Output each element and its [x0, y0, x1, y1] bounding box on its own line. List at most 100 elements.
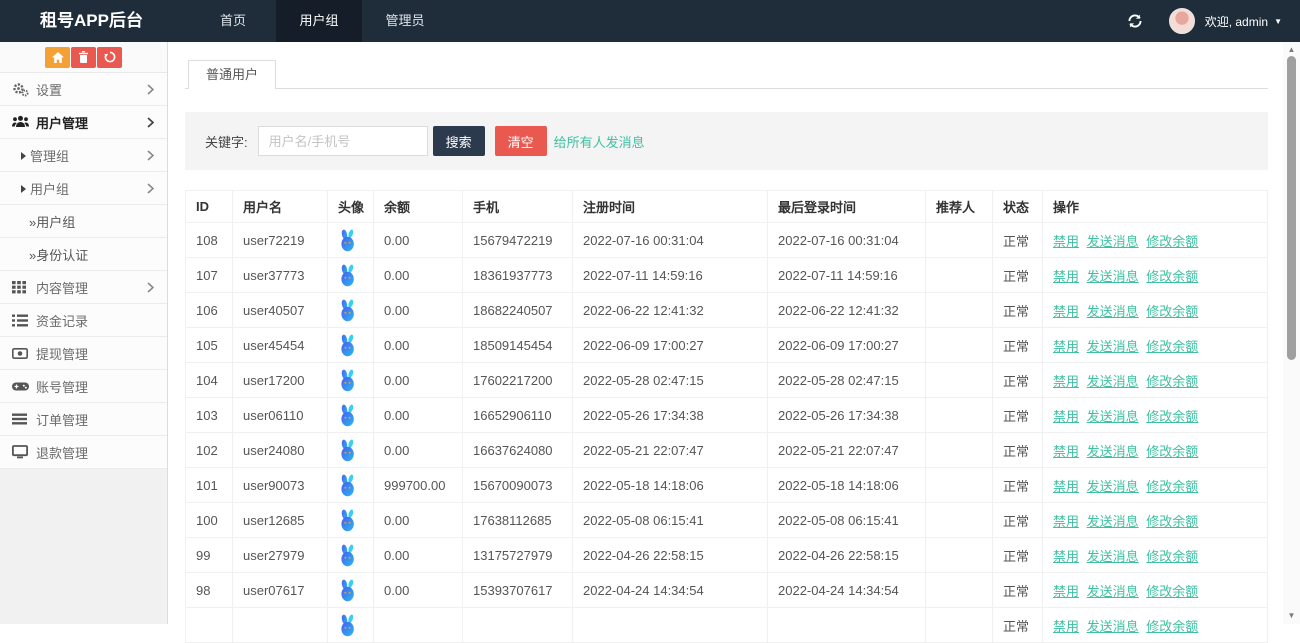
sidebar-item-content-management[interactable]: 内容管理 — [0, 271, 167, 304]
disable-link[interactable]: 禁用 — [1053, 479, 1079, 494]
cell-status: 正常 — [993, 223, 1043, 258]
disable-link[interactable]: 禁用 — [1053, 444, 1079, 459]
clear-button[interactable]: 清空 — [495, 126, 547, 156]
disable-link[interactable]: 禁用 — [1053, 584, 1079, 599]
keyword-input[interactable] — [258, 126, 428, 156]
send-message-link[interactable]: 发送消息 — [1087, 514, 1139, 529]
search-button[interactable]: 搜索 — [433, 126, 485, 156]
cell-status: 正常 — [993, 398, 1043, 433]
user-avatar-icon — [328, 258, 374, 293]
cell-phone: 17638112685 — [463, 503, 573, 538]
send-message-link[interactable]: 发送消息 — [1087, 549, 1139, 564]
cell-phone: 15679472219 — [463, 223, 573, 258]
cell-id: 103 — [186, 398, 233, 433]
scrollbar-thumb[interactable] — [1287, 56, 1296, 360]
user-avatar-icon — [328, 328, 374, 363]
user-avatar[interactable] — [1169, 8, 1195, 34]
disable-link[interactable]: 禁用 — [1053, 269, 1079, 284]
modify-balance-link[interactable]: 修改余额 — [1146, 409, 1198, 424]
triangle-right-icon — [21, 185, 26, 193]
cell-registered: 2022-05-18 14:18:06 — [573, 468, 768, 503]
send-message-link[interactable]: 发送消息 — [1087, 409, 1139, 424]
nav-tab-admin[interactable]: 管理员 — [362, 0, 448, 42]
cell-username — [233, 608, 328, 643]
modify-balance-link[interactable]: 修改余额 — [1146, 234, 1198, 249]
nav-tabs: 首页 用户组 管理员 — [190, 0, 448, 42]
home-button[interactable] — [45, 47, 70, 68]
cell-status: 正常 — [993, 363, 1043, 398]
cell-last-login: 2022-04-24 14:34:54 — [768, 573, 926, 608]
users-icon — [12, 115, 34, 129]
send-message-link[interactable]: 发送消息 — [1087, 339, 1139, 354]
cell-referrer — [926, 223, 993, 258]
disable-link[interactable]: 禁用 — [1053, 514, 1079, 529]
cell-phone: 16652906110 — [463, 398, 573, 433]
sidebar-item-user-group[interactable]: 用户组 — [0, 172, 167, 205]
send-message-link[interactable]: 发送消息 — [1087, 584, 1139, 599]
modify-balance-link[interactable]: 修改余额 — [1146, 269, 1198, 284]
send-message-link[interactable]: 发送消息 — [1087, 444, 1139, 459]
disable-link[interactable]: 禁用 — [1053, 619, 1079, 634]
sidebar-item-user-management[interactable]: 用户管理 — [0, 106, 167, 139]
send-message-link[interactable]: 发送消息 — [1087, 479, 1139, 494]
cell-referrer — [926, 363, 993, 398]
sidebar-item-identity-verify[interactable]: »身份认证 — [0, 238, 167, 271]
col-phone: 手机 — [463, 191, 573, 223]
send-message-link[interactable]: 发送消息 — [1087, 234, 1139, 249]
cell-id: 102 — [186, 433, 233, 468]
send-message-link[interactable]: 发送消息 — [1087, 269, 1139, 284]
disable-link[interactable]: 禁用 — [1053, 549, 1079, 564]
tab-normal-users[interactable]: 普通用户 — [188, 60, 276, 89]
sidebar-item-settings[interactable]: 设置 — [0, 73, 167, 106]
scroll-down-icon[interactable]: ▼ — [1283, 609, 1300, 623]
disable-link[interactable]: 禁用 — [1053, 374, 1079, 389]
sidebar-item-admin-group[interactable]: 管理组 — [0, 139, 167, 172]
sidebar-item-order-management[interactable]: 订单管理 — [0, 403, 167, 436]
send-message-link[interactable]: 发送消息 — [1087, 619, 1139, 634]
table-row: 99 user27979 — [186, 538, 1268, 573]
modify-balance-link[interactable]: 修改余额 — [1146, 339, 1198, 354]
modify-balance-link[interactable]: 修改余额 — [1146, 304, 1198, 319]
cell-actions: 禁用 发送消息 修改余额 — [1043, 433, 1268, 468]
navbar-right: 欢迎, admin ▼ — [1127, 0, 1282, 42]
broadcast-message-link[interactable]: 给所有人发消息 — [554, 132, 645, 151]
modify-balance-link[interactable]: 修改余额 — [1146, 584, 1198, 599]
sidebar-item-withdrawal-management[interactable]: 提现管理 — [0, 337, 167, 370]
modify-balance-link[interactable]: 修改余额 — [1146, 444, 1198, 459]
vertical-scrollbar[interactable]: ▲ ▼ — [1283, 42, 1300, 624]
disable-link[interactable]: 禁用 — [1053, 304, 1079, 319]
disable-link[interactable]: 禁用 — [1053, 339, 1079, 354]
cell-last-login: 2022-05-26 17:34:38 — [768, 398, 926, 433]
send-message-link[interactable]: 发送消息 — [1087, 374, 1139, 389]
sidebar-item-user-group-list[interactable]: »用户组 — [0, 205, 167, 238]
sidebar-item-account-management[interactable]: 账号管理 — [0, 370, 167, 403]
sidebar-item-refund-management[interactable]: 退款管理 — [0, 436, 167, 469]
modify-balance-link[interactable]: 修改余额 — [1146, 549, 1198, 564]
grid-icon — [12, 280, 34, 294]
cell-balance: 0.00 — [374, 328, 463, 363]
col-registered: 注册时间 — [573, 191, 768, 223]
nav-tab-usergroup[interactable]: 用户组 — [276, 0, 362, 42]
modify-balance-link[interactable]: 修改余额 — [1146, 374, 1198, 389]
cell-registered: 2022-05-26 17:34:38 — [573, 398, 768, 433]
sidebar-item-label: »身份认证 — [29, 245, 88, 264]
modify-balance-link[interactable]: 修改余额 — [1146, 619, 1198, 634]
disable-link[interactable]: 禁用 — [1053, 409, 1079, 424]
scroll-up-icon[interactable]: ▲ — [1283, 43, 1300, 57]
nav-tab-home[interactable]: 首页 — [190, 0, 276, 42]
modify-balance-link[interactable]: 修改余额 — [1146, 514, 1198, 529]
welcome-text[interactable]: 欢迎, admin — [1205, 13, 1268, 30]
refresh-icon[interactable] — [1127, 13, 1143, 29]
sidebar-item-fund-records[interactable]: 资金记录 — [0, 304, 167, 337]
cell-username: user90073 — [233, 468, 328, 503]
sidebar-item-label: 设置 — [36, 80, 62, 99]
recycle-button[interactable] — [97, 47, 122, 68]
disable-link[interactable]: 禁用 — [1053, 234, 1079, 249]
table-row: 正常 禁用 发送消息 修改余额 — [186, 608, 1268, 643]
modify-balance-link[interactable]: 修改余额 — [1146, 479, 1198, 494]
chevron-down-icon: ▼ — [1274, 17, 1282, 26]
trash-button[interactable] — [71, 47, 96, 68]
table-row: 100 user12685 — [186, 503, 1268, 538]
cell-last-login: 2022-05-28 02:47:15 — [768, 363, 926, 398]
send-message-link[interactable]: 发送消息 — [1087, 304, 1139, 319]
